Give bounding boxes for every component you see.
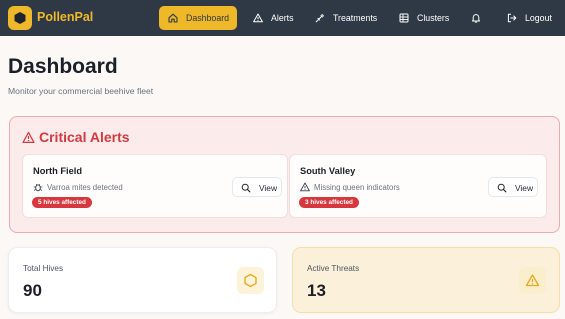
view-button[interactable]: View bbox=[488, 177, 538, 197]
brand-logo[interactable] bbox=[8, 6, 32, 30]
nav-item-treatments[interactable]: Treatments bbox=[306, 6, 388, 30]
logout-icon bbox=[507, 13, 517, 23]
top-navigation-bar: PollenPal Dashboard Alerts Treatments Cl… bbox=[0, 0, 565, 36]
page-subtitle: Monitor your commercial beehive fleet bbox=[8, 86, 154, 96]
brand-name[interactable]: PollenPal bbox=[37, 10, 93, 24]
search-icon bbox=[241, 183, 251, 193]
stat-value: 13 bbox=[307, 281, 326, 300]
warning-icon bbox=[253, 13, 263, 23]
affected-hives-badge: 3 hives affected bbox=[299, 197, 359, 208]
warning-icon bbox=[525, 274, 540, 287]
logout-label: Logout bbox=[525, 13, 552, 23]
view-button-label: View bbox=[515, 183, 534, 193]
view-button-label: View bbox=[259, 183, 278, 193]
critical-alerts-panel: Critical Alerts North Field Varroa mites… bbox=[9, 116, 560, 233]
nav-item-clusters[interactable]: Clusters bbox=[390, 6, 454, 30]
alert-card-north-field: North Field Varroa mites detected 5 hive… bbox=[22, 154, 288, 218]
page-title: Dashboard bbox=[8, 55, 118, 78]
alert-card-south-valley: South Valley Missing queen indicators 3 … bbox=[289, 154, 547, 218]
active-threats-card: Active Threats 13 bbox=[292, 247, 560, 313]
nav-item-label: Alerts bbox=[271, 13, 294, 23]
nav-item-label: Clusters bbox=[417, 13, 450, 23]
stat-icon-box bbox=[519, 267, 546, 294]
nav-item-alerts[interactable]: Alerts bbox=[244, 6, 300, 30]
warning-icon bbox=[22, 131, 35, 143]
stat-icon-box bbox=[237, 267, 264, 294]
grid-icon bbox=[399, 13, 409, 23]
stat-label: Total Hives bbox=[23, 264, 64, 273]
logout-button[interactable]: Logout bbox=[498, 6, 558, 30]
alert-issue: Missing queen indicators bbox=[314, 183, 400, 192]
nav-item-label: Treatments bbox=[333, 13, 378, 23]
alert-location: North Field bbox=[33, 166, 83, 176]
stat-label: Active Threats bbox=[307, 264, 360, 273]
bug-icon bbox=[33, 184, 43, 192]
bell-icon bbox=[471, 14, 481, 23]
notifications-button[interactable] bbox=[462, 6, 488, 30]
alert-location: South Valley bbox=[300, 166, 356, 176]
home-icon bbox=[168, 13, 178, 23]
view-button[interactable]: View bbox=[232, 177, 282, 197]
nav-item-label: Dashboard bbox=[186, 13, 230, 23]
stat-value: 90 bbox=[23, 281, 42, 300]
alert-issue: Varroa mites detected bbox=[47, 183, 123, 192]
syringe-icon bbox=[315, 14, 324, 23]
total-hives-card: Total Hives 90 bbox=[8, 247, 277, 313]
hexagon-icon bbox=[244, 273, 257, 288]
nav-item-dashboard[interactable]: Dashboard bbox=[159, 6, 237, 30]
search-icon bbox=[497, 183, 507, 193]
affected-hives-badge: 5 hives affected bbox=[32, 197, 92, 208]
critical-alerts-title: Critical Alerts bbox=[39, 129, 130, 145]
hexagon-icon bbox=[14, 12, 26, 24]
warning-icon bbox=[300, 182, 310, 192]
